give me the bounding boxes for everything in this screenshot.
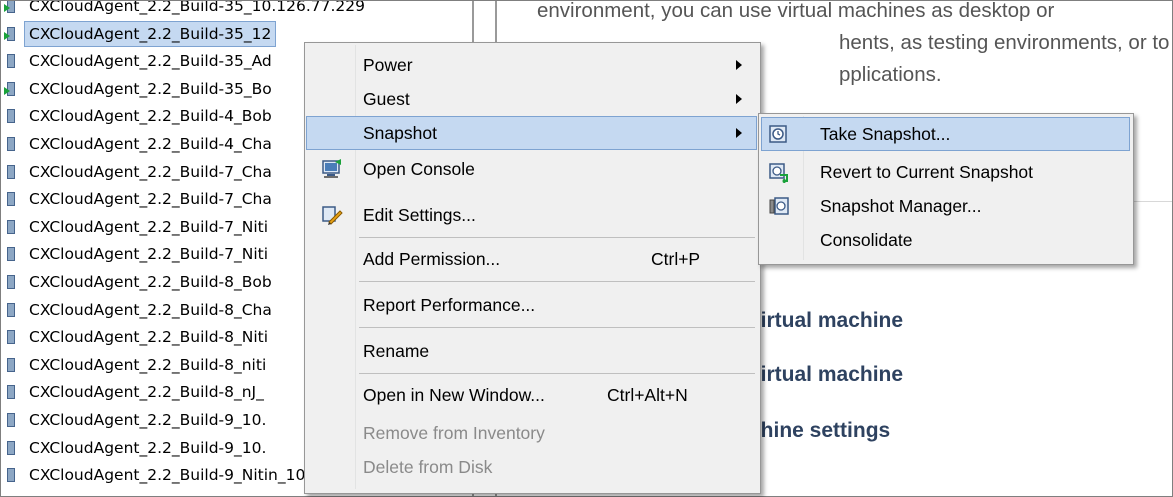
tree-item-label: CXCloudAgent_2.2_Build-8_Niti: [29, 328, 269, 347]
vm-powered-on-icon: [4, 26, 15, 41]
tree-item-label: CXCloudAgent_2.2_Build-4_Cha: [29, 135, 272, 153]
tree-item-label: CXCloudAgent_2.2_Build-8_nJ_: [29, 383, 264, 402]
vm-icon: [7, 440, 15, 455]
description-line: pplications.: [839, 63, 942, 86]
edit-settings-icon: [322, 206, 343, 225]
description-line: hents, as testing environments, or to: [839, 31, 1170, 54]
tree-item-label: CXCloudAgent_2.2_Build-8_Bob: [29, 273, 272, 291]
vm-icon: [7, 137, 15, 151]
menu-item-label: Revert to Current Snapshot: [820, 162, 1034, 182]
edit-vm-settings-link[interactable]: chine settings: [749, 419, 890, 443]
menu-item-label: Power: [363, 55, 413, 75]
menu-item-label: Take Snapshot...: [820, 124, 951, 144]
vm-icon: [7, 109, 15, 124]
menu-item-label: Consolidate: [820, 230, 913, 250]
power-on-vm-link[interactable]: virtual machine: [749, 309, 903, 333]
take-snapshot-icon: [769, 125, 787, 143]
vm-icon: [7, 330, 15, 345]
tree-item-label: CXCloudAgent_2.2_Build-35_12: [23, 20, 277, 47]
vm-icon: [7, 302, 15, 317]
vm-icon: [7, 385, 15, 400]
menu-item-snapshot-manager[interactable]: Snapshot Manager...: [762, 190, 1129, 222]
submenu-arrow-icon: [736, 94, 742, 104]
menu-separator: [359, 373, 755, 374]
menu-item-label: Open Console: [363, 159, 475, 179]
snapshot-manager-icon: [769, 197, 789, 215]
menu-item-label: Snapshot Manager...: [820, 196, 982, 216]
menu-item-guest[interactable]: Guest: [307, 83, 756, 115]
menu-separator: [359, 281, 755, 282]
vm-icon: [7, 468, 15, 483]
vm-icon: [7, 54, 15, 69]
tree-item-label: CXCloudAgent_2.2_Build-9_10.: [29, 438, 267, 457]
menu-item-rename[interactable]: Rename: [307, 335, 756, 367]
menu-item-snapshot[interactable]: Snapshot: [306, 116, 757, 150]
menu-item-consolidate[interactable]: Consolidate: [762, 224, 1129, 256]
menu-item-label: Snapshot: [363, 123, 437, 143]
vm-icon: [7, 247, 15, 262]
vm-icon: [7, 219, 15, 234]
description-line: environment, you can use virtual machine…: [537, 0, 1055, 22]
tree-item-label: CXCloudAgent_2.2_Build-9_10.: [29, 411, 267, 429]
snapshot-submenu: Take Snapshot... Revert to Current Snaps…: [758, 113, 1134, 265]
vm-icon: [7, 413, 15, 427]
tree-item-label: CXCloudAgent_2.2_Build-4_Bob: [29, 107, 272, 126]
vm-icon: [7, 357, 15, 372]
menu-item-label: Guest: [363, 89, 410, 109]
menu-item-label: Add Permission...: [363, 249, 501, 269]
revert-snapshot-icon: [769, 163, 788, 183]
tree-item-vm[interactable]: CXCloudAgent_2.2_Build-35_10.126.77.229: [1, 0, 481, 18]
menu-item-open-console[interactable]: Open Console: [307, 153, 756, 185]
menu-item-edit-settings[interactable]: Edit Settings...: [307, 199, 756, 231]
menu-item-take-snapshot[interactable]: Take Snapshot...: [761, 117, 1130, 151]
menu-item-power[interactable]: Power: [307, 49, 756, 81]
menu-item-revert-snapshot[interactable]: Revert to Current Snapshot: [762, 156, 1129, 188]
tree-item-label: CXCloudAgent_2.2_Build-35_10.126.77.229: [29, 0, 365, 15]
shutdown-vm-link[interactable]: virtual machine: [749, 363, 903, 387]
vm-icon: [7, 275, 15, 289]
console-icon: [322, 159, 341, 178]
menu-item-label: Rename: [363, 341, 430, 361]
tree-item-label: CXCloudAgent_2.2_Build-35_Ad: [29, 52, 272, 71]
vm-icon: [7, 164, 15, 179]
tree-item-label: CXCloudAgent_2.2_Build-35_Bo: [29, 79, 272, 98]
menu-item-shortcut: Ctrl+P: [651, 249, 701, 269]
vm-context-menu: Power Guest Snapshot Open Console Edit S…: [304, 42, 761, 494]
menu-item-delete-disk: Delete from Disk: [307, 451, 756, 483]
menu-item-remove-inventory: Remove from Inventory: [307, 417, 756, 449]
menu-separator: [359, 237, 755, 238]
vm-powered-on-icon: [4, 1, 15, 13]
tree-item-label: CXCloudAgent_2.2_Build-8_Cha: [29, 300, 272, 319]
vm-powered-on-icon: [4, 81, 15, 96]
menu-item-label: Remove from Inventory: [363, 423, 545, 443]
submenu-arrow-icon: [736, 128, 742, 138]
menu-item-label: Report Performance...: [363, 295, 536, 315]
tree-item-label: CXCloudAgent_2.2_Build-8_niti: [29, 355, 267, 374]
tree-item-label: CXCloudAgent_2.2_Build-7_Cha: [29, 162, 272, 181]
tree-item-label: CXCloudAgent_2.2_Build-7_Niti: [29, 245, 269, 264]
menu-item-report-performance[interactable]: Report Performance...: [307, 289, 756, 321]
vm-icon: [7, 192, 15, 207]
menu-item-label: Delete from Disk: [363, 457, 493, 477]
tree-item-label: CXCloudAgent_2.2_Build-7_Cha: [29, 190, 272, 209]
menu-item-shortcut: Ctrl+Alt+N: [607, 385, 688, 405]
menu-item-open-new-window[interactable]: Open in New Window... Ctrl+Alt+N: [307, 379, 756, 411]
menu-item-label: Open in New Window...: [363, 385, 545, 405]
menu-separator: [359, 327, 755, 328]
tree-item-label: CXCloudAgent_2.2_Build-7_Niti: [29, 217, 269, 236]
menu-item-add-permission[interactable]: Add Permission... Ctrl+P: [307, 243, 756, 275]
menu-item-label: Edit Settings...: [363, 205, 476, 225]
submenu-arrow-icon: [736, 60, 742, 70]
